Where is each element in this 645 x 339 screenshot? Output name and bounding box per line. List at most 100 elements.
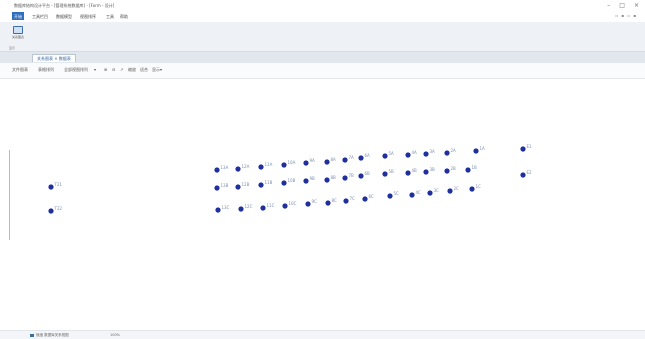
table-node-t22[interactable]: T22 [48, 206, 62, 214]
table-node-2a[interactable]: 2A [444, 148, 456, 156]
node-dot[interactable] [214, 185, 220, 191]
menu-tool[interactable]: 工具 [104, 12, 116, 20]
relationship-diagram[interactable]: T21 T22 13A 12A 11A 10A 9A 8A 7A 6A 5A 4A 3A 2A 1A 13B 1… [10, 79, 640, 330]
node-dot[interactable] [520, 146, 526, 152]
table-node-7a[interactable]: 7A [342, 155, 354, 163]
table-node-3c[interactable]: 3C [427, 188, 439, 196]
table-node-t21[interactable]: T21 [48, 182, 62, 190]
node-dot[interactable] [215, 207, 221, 213]
view-table-arrange[interactable]: 表格排列 [38, 67, 54, 73]
tab-relationship-diagram[interactable]: 关系图表 × 数据表 [32, 54, 76, 62]
table-node-8c[interactable]: 8C [325, 198, 337, 206]
table-node-10a[interactable]: 10A [281, 160, 296, 168]
node-dot[interactable] [358, 173, 364, 179]
menu-start[interactable]: 开始 [12, 12, 24, 20]
menu-view-sort[interactable]: 视图排序 [78, 12, 98, 20]
table-node-2b[interactable]: 2B [444, 166, 456, 174]
view-dropdown[interactable]: ▾ [94, 67, 96, 72]
node-dot[interactable] [260, 205, 266, 211]
arrow-icon[interactable]: ↗ [120, 67, 123, 72]
grid-icon[interactable]: ⊞ [104, 67, 107, 72]
view-file-diagram[interactable]: 文件图表 [12, 67, 28, 73]
node-dot[interactable] [382, 171, 388, 177]
node-dot[interactable] [325, 200, 331, 206]
node-dot[interactable] [382, 153, 388, 159]
relationship-diagram-button[interactable]: 关系图表 [11, 26, 25, 39]
splitter-handle[interactable] [9, 150, 11, 240]
table-node-13a[interactable]: 13A [214, 165, 229, 173]
node-dot[interactable] [362, 196, 368, 202]
node-dot[interactable] [342, 175, 348, 181]
view-all-arrange[interactable]: 全部视图排列 [64, 67, 88, 73]
maximize-button[interactable]: □ [619, 2, 625, 9]
node-dot[interactable] [214, 167, 220, 173]
table-node-5b[interactable]: 5B [382, 169, 394, 177]
node-dot[interactable] [281, 180, 287, 186]
node-dot[interactable] [387, 193, 393, 199]
zoom-button[interactable]: 缩放 [128, 67, 136, 73]
table-node-8b[interactable]: 8B [324, 175, 336, 183]
table-node-9a[interactable]: 9A [303, 158, 315, 166]
node-dot[interactable] [48, 208, 54, 214]
table-node-9b[interactable]: 9B [303, 176, 315, 184]
node-dot[interactable] [423, 169, 429, 175]
table-node-4a[interactable]: 4A [405, 150, 417, 158]
table-node-11a[interactable]: 11A [258, 162, 273, 170]
menu-tools[interactable]: 工具栏目 [30, 12, 50, 20]
fit-button[interactable]: 适合 [140, 67, 148, 73]
table-node-3a[interactable]: 3A [423, 149, 435, 157]
table-node-e2[interactable]: E2 [520, 170, 532, 178]
quick-tools[interactable]: ▫ ▪ ▫ ▪ [615, 13, 637, 18]
node-dot[interactable] [258, 182, 264, 188]
menu-data-model[interactable]: 数据模型 [54, 12, 74, 20]
menu-help[interactable]: 帮助 [118, 12, 130, 20]
node-dot[interactable] [520, 172, 526, 178]
node-dot[interactable] [303, 160, 309, 166]
node-dot[interactable] [444, 168, 450, 174]
minimize-button[interactable]: – [607, 2, 610, 9]
table-node-2c[interactable]: 2C [447, 186, 459, 194]
node-dot[interactable] [235, 184, 241, 190]
node-dot[interactable] [465, 167, 471, 173]
diagram-canvas[interactable]: T21 T22 13A 12A 11A 10A 9A 8A 7A 6A 5A 4A 3A 2A 1A 13B 1… [10, 79, 640, 330]
table-node-9c[interactable]: 9C [305, 199, 317, 207]
table-node-13c[interactable]: 13C [215, 205, 230, 213]
table-node-1a[interactable]: 1A [473, 146, 485, 154]
table-node-11b[interactable]: 11B [258, 180, 273, 188]
node-dot[interactable] [258, 164, 264, 170]
table-node-8a[interactable]: 8A [324, 157, 336, 165]
close-button[interactable]: × [634, 2, 639, 9]
collapse-icon[interactable]: ⊟ [112, 67, 115, 72]
table-node-4b[interactable]: 4B [405, 168, 417, 176]
node-dot[interactable] [444, 150, 450, 156]
node-dot[interactable] [405, 152, 411, 158]
table-node-3b[interactable]: 3B [423, 167, 435, 175]
node-dot[interactable] [423, 151, 429, 157]
node-dot[interactable] [447, 188, 453, 194]
node-dot[interactable] [48, 184, 54, 190]
node-dot[interactable] [235, 166, 241, 172]
display-dropdown[interactable]: 显示▾ [152, 67, 162, 73]
node-dot[interactable] [305, 201, 311, 207]
node-dot[interactable] [405, 170, 411, 176]
table-node-6c[interactable]: 6C [362, 194, 374, 202]
table-node-1c[interactable]: 1C [469, 184, 481, 192]
node-dot[interactable] [238, 206, 244, 212]
table-node-12a[interactable]: 12A [235, 164, 250, 172]
table-node-4c[interactable]: 4C [409, 190, 421, 198]
table-node-10c[interactable]: 10C [282, 201, 297, 209]
table-node-11c[interactable]: 11C [260, 203, 275, 211]
table-node-5c[interactable]: 5C [387, 191, 399, 199]
table-node-10b[interactable]: 10B [281, 178, 296, 186]
node-dot[interactable] [324, 159, 330, 165]
node-dot[interactable] [303, 178, 309, 184]
node-dot[interactable] [342, 157, 348, 163]
node-dot[interactable] [427, 190, 433, 196]
table-node-12c[interactable]: 12C [238, 204, 253, 212]
table-node-13b[interactable]: 13B [214, 183, 229, 191]
node-dot[interactable] [281, 162, 287, 168]
node-dot[interactable] [343, 198, 349, 204]
table-node-6b[interactable]: 6B [358, 171, 370, 179]
table-node-6a[interactable]: 6A [358, 153, 370, 161]
table-node-1b[interactable]: 1B [465, 165, 477, 173]
